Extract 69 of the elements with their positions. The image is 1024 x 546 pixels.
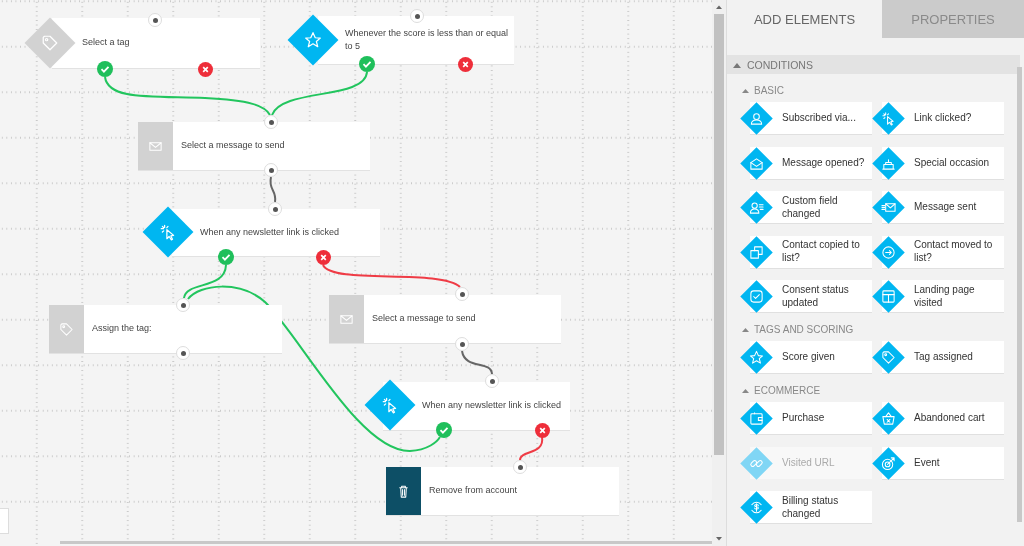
- connection-port[interactable]: [513, 460, 527, 474]
- element-item[interactable]: Contact moved to list?: [872, 235, 1004, 269]
- connector-line: [461, 350, 493, 375]
- envelope-sent-icon: [872, 191, 905, 224]
- workflow-node[interactable]: Select a message to send: [329, 286, 561, 352]
- connection-port[interactable]: [410, 9, 424, 23]
- element-item[interactable]: Abandoned cart: [872, 402, 1004, 435]
- connection-port[interactable]: [455, 287, 469, 301]
- workflow-node[interactable]: Remove from account: [386, 459, 619, 516]
- node-label: Select a message to send: [181, 139, 285, 153]
- caret-icon[interactable]: [742, 327, 749, 332]
- close-icon[interactable]: [315, 249, 331, 265]
- workflow-node[interactable]: When any newsletter link is clicked: [142, 201, 380, 265]
- workflow-node[interactable]: Select a tag: [24, 12, 260, 77]
- cursor-icon: [872, 102, 905, 135]
- element-item[interactable]: Contact copied to list?: [740, 235, 872, 269]
- element-item[interactable]: Purchase: [740, 402, 872, 435]
- connection-port[interactable]: [176, 298, 190, 312]
- tag-icon: [872, 341, 905, 374]
- node-label: Remove from account: [429, 484, 518, 498]
- section-title: CONDITIONS: [747, 58, 813, 71]
- element-item[interactable]: Message opened?: [740, 146, 872, 180]
- close-icon[interactable]: [534, 422, 550, 438]
- node-label: When any newsletter link is clicked: [200, 225, 340, 239]
- element-item[interactable]: Link clicked?: [872, 102, 1004, 135]
- connection-port[interactable]: [264, 115, 278, 129]
- element-item[interactable]: Billing status changed: [740, 491, 872, 524]
- element-item[interactable]: Score given: [740, 341, 872, 374]
- workflow-node[interactable]: Whenever the score is less than or equal to 5: [287, 8, 514, 72]
- close-icon[interactable]: [197, 61, 213, 77]
- node-label: Select a message to send: [372, 312, 476, 326]
- target-icon: [872, 446, 905, 480]
- check-icon[interactable]: [436, 422, 452, 438]
- node-label: Whenever the score is less than or equal to 5: [345, 26, 510, 53]
- connection-port[interactable]: [485, 374, 499, 388]
- basket-icon: [872, 402, 905, 435]
- check-icon[interactable]: [218, 249, 234, 265]
- element-item[interactable]: Subscribed via...: [740, 102, 872, 135]
- caret-icon[interactable]: [742, 88, 749, 93]
- vertical-scrollbar[interactable]: [712, 0, 726, 546]
- close-icon[interactable]: [457, 56, 473, 72]
- connector-line: [269, 176, 277, 203]
- node-label: Assign the tag:: [92, 322, 152, 336]
- connection-port[interactable]: [268, 202, 282, 216]
- element-item[interactable]: Message sent: [872, 191, 1004, 224]
- check-icon[interactable]: [97, 61, 113, 77]
- check-icon[interactable]: [359, 56, 375, 72]
- element-item[interactable]: Consent status updated: [740, 280, 872, 313]
- caret-icon[interactable]: [742, 388, 749, 393]
- connector-line: [519, 436, 544, 461]
- panel-scrollbar[interactable]: [1017, 67, 1022, 522]
- connection-port[interactable]: [148, 13, 162, 27]
- connection-port[interactable]: [264, 163, 278, 177]
- cake-icon: [872, 146, 905, 180]
- workflow-node[interactable]: Assign the tag:: [49, 297, 282, 361]
- connection-port[interactable]: [455, 337, 469, 351]
- workflow-node[interactable]: When any newsletter link is clicked: [364, 373, 570, 438]
- workflow-node[interactable]: Select a message to send: [138, 114, 370, 178]
- element-item[interactable]: Custom field changed: [740, 191, 872, 224]
- node-label: When any newsletter link is clicked: [422, 399, 562, 413]
- horizontal-scrollbar[interactable]: [60, 541, 712, 544]
- node-label: Select a tag: [82, 36, 130, 50]
- layout-icon: [872, 280, 905, 313]
- connection-port[interactable]: [176, 346, 190, 360]
- element-item[interactable]: Tag assigned: [872, 341, 1004, 374]
- element-item[interactable]: Landing page visited: [872, 280, 1004, 313]
- element-item[interactable]: Event: [872, 446, 1004, 480]
- element-item[interactable]: Special occasion: [872, 146, 1004, 180]
- section-header[interactable]: CONDITIONS: [727, 55, 1020, 74]
